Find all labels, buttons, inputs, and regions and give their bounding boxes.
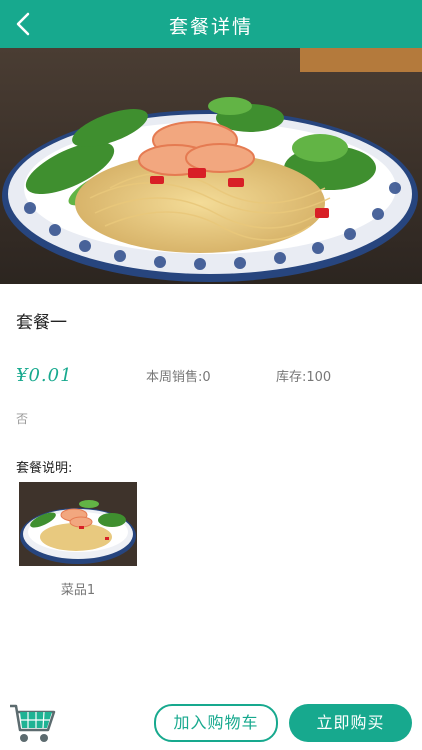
stock-count: 库存:100: [276, 370, 332, 385]
product-note: 否: [16, 412, 29, 426]
description-label: 套餐说明:: [16, 461, 73, 476]
dish-name: 菜品1: [60, 583, 96, 598]
buy-now-button[interactable]: 立即购买: [289, 704, 412, 742]
dish-thumbnail[interactable]: [19, 482, 137, 566]
shopping-basket-icon: [10, 704, 56, 742]
product-image: [0, 48, 422, 284]
cart-button[interactable]: [6, 698, 58, 746]
product-title: 套餐一: [16, 313, 67, 333]
weekly-sales: 本周销售:0: [146, 370, 211, 385]
product-price: ¥0.01: [16, 365, 73, 386]
page-title: 套餐详情: [168, 16, 253, 38]
top-bar: 套餐详情: [0, 0, 422, 48]
add-to-cart-button[interactable]: 加入购物车: [154, 704, 278, 742]
